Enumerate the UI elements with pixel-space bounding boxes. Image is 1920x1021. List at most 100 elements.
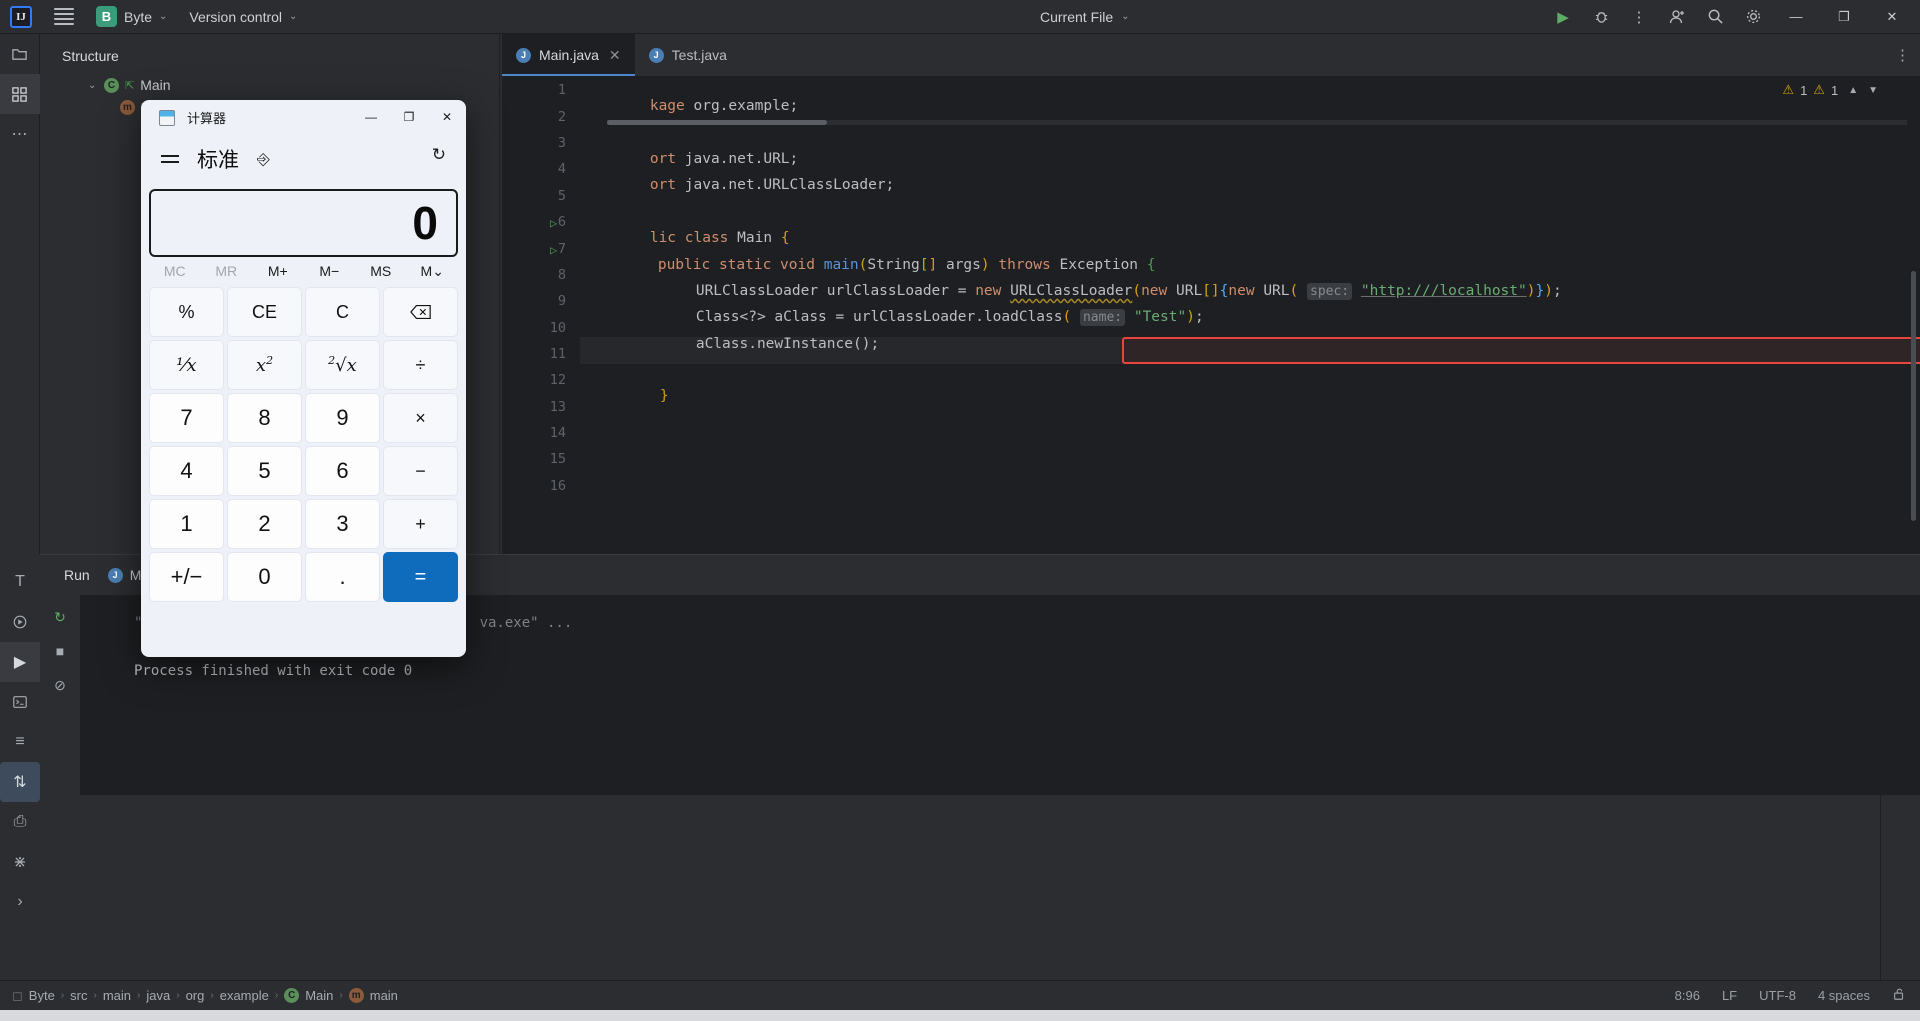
window-maximize-button[interactable]: ❐ bbox=[1822, 1, 1866, 33]
inspection-widget[interactable]: ⚠ 1 ⚠ 1 ▲ ▼ bbox=[1782, 82, 1878, 98]
run-button[interactable]: ▶ bbox=[1546, 2, 1580, 32]
tab-test-java[interactable]: J Test.java bbox=[635, 34, 741, 76]
tab-main-java[interactable]: J Main.java ✕ bbox=[502, 34, 635, 76]
calculator-titlebar[interactable]: 计算器 — ❐ ✕ bbox=[141, 100, 466, 135]
rail-item-print[interactable]: ⎙ bbox=[0, 802, 40, 842]
memory-button-m-minus[interactable]: M− bbox=[304, 263, 356, 279]
rail-item-terminal-text[interactable]: T bbox=[0, 562, 40, 602]
rail-item-run[interactable]: ▶ bbox=[0, 642, 40, 682]
indent-setting[interactable]: 4 spaces bbox=[1818, 988, 1870, 1003]
gear-icon[interactable] bbox=[1736, 2, 1770, 32]
chevron-down-icon[interactable]: ▼ bbox=[1868, 85, 1878, 96]
memory-button-m-plus[interactable]: M+ bbox=[252, 263, 304, 279]
rail-item-run-debug[interactable] bbox=[0, 602, 40, 642]
code-line-4[interactable]: ort java.net.URLClassLoader; bbox=[580, 161, 894, 209]
key-0[interactable]: 0 bbox=[227, 552, 302, 602]
key-2[interactable]: 2 bbox=[227, 499, 302, 549]
lock-icon[interactable] bbox=[1892, 987, 1906, 1004]
key-7[interactable]: 7 bbox=[149, 393, 224, 443]
class-icon: C bbox=[284, 988, 300, 1003]
key-add[interactable]: + bbox=[383, 499, 458, 549]
history-icon[interactable]: ↻ bbox=[432, 145, 446, 165]
key-4[interactable]: 4 bbox=[149, 446, 224, 496]
chevron-down-icon[interactable]: ⌄ bbox=[88, 80, 98, 91]
key-backspace[interactable] bbox=[383, 287, 458, 337]
project-selector[interactable]: B Byte ⌄ bbox=[96, 6, 167, 27]
run-gutter-icon[interactable]: ▷ bbox=[550, 243, 557, 257]
calculator-window[interactable]: 计算器 — ❐ ✕ 标准 ⎆ ↻ 0 MC MR M+ M− MS M⌄ % C… bbox=[141, 100, 466, 657]
calculator-minimize-button[interactable]: — bbox=[352, 100, 390, 133]
main-menu-icon[interactable] bbox=[54, 8, 74, 25]
breadcrumb-item[interactable]: java bbox=[146, 988, 170, 1003]
calculator-close-button[interactable]: ✕ bbox=[428, 100, 466, 133]
key-square-root[interactable]: 2√x bbox=[305, 340, 380, 390]
editor-vertical-scrollbar[interactable] bbox=[1911, 271, 1916, 521]
key-percent[interactable]: % bbox=[149, 287, 224, 337]
run-gutter-icon[interactable]: ▷ bbox=[550, 216, 557, 230]
rail-item-structure[interactable] bbox=[0, 74, 40, 114]
key-6[interactable]: 6 bbox=[305, 446, 380, 496]
key-1[interactable]: 1 bbox=[149, 499, 224, 549]
window-close-button[interactable]: ✕ bbox=[1870, 1, 1914, 33]
java-file-icon: J bbox=[516, 47, 531, 63]
key-3[interactable]: 3 bbox=[305, 499, 380, 549]
breadcrumb-item[interactable]: Byte bbox=[29, 988, 55, 1003]
key-divide[interactable]: ÷ bbox=[383, 340, 458, 390]
breadcrumb-item[interactable]: src bbox=[70, 988, 87, 1003]
key-square[interactable]: x2 bbox=[227, 340, 302, 390]
calculator-maximize-button[interactable]: ❐ bbox=[390, 100, 428, 133]
file-encoding[interactable]: UTF-8 bbox=[1759, 988, 1796, 1003]
rail-item-project[interactable] bbox=[0, 34, 40, 74]
rail-item-services[interactable]: ≡ bbox=[0, 722, 40, 762]
calculator-menu-icon[interactable] bbox=[161, 155, 179, 163]
key-sign-toggle[interactable]: +/− bbox=[149, 552, 224, 602]
run-configuration-selector[interactable]: Current File ⌄ bbox=[1040, 9, 1130, 25]
window-minimize-button[interactable]: — bbox=[1774, 1, 1818, 33]
editor-more-icon[interactable]: ⋮ bbox=[1895, 46, 1910, 64]
account-icon[interactable] bbox=[1660, 2, 1694, 32]
memory-button-m-more[interactable]: M⌄ bbox=[407, 263, 459, 280]
key-multiply[interactable]: × bbox=[383, 393, 458, 443]
clear-icon[interactable]: ⊘ bbox=[45, 671, 75, 699]
key-equals[interactable]: = bbox=[383, 552, 458, 602]
key-subtract[interactable]: − bbox=[383, 446, 458, 496]
stop-icon[interactable]: ■ bbox=[45, 637, 75, 665]
key-8[interactable]: 8 bbox=[227, 393, 302, 443]
code-line-12[interactable]: } bbox=[590, 372, 669, 420]
java-file-icon: J bbox=[107, 567, 123, 583]
key-9[interactable]: 9 bbox=[305, 393, 380, 443]
breadcrumb-item[interactable]: example bbox=[220, 988, 269, 1003]
breadcrumb-item[interactable]: main bbox=[103, 988, 131, 1003]
version-control-menu[interactable]: Version control ⌄ bbox=[189, 9, 297, 25]
code-editor[interactable]: 1 2 3 4 5 6 7 8 9 10 11 12 13 14 15 16 ▷… bbox=[502, 76, 1920, 600]
key-clear[interactable]: C bbox=[305, 287, 380, 337]
rerun-icon[interactable]: ↻ bbox=[45, 603, 75, 631]
rail-item-terminal[interactable] bbox=[0, 682, 40, 722]
breadcrumb-item[interactable]: main bbox=[370, 988, 398, 1003]
rail-item-more[interactable]: ⋯ bbox=[0, 114, 40, 154]
key-reciprocal[interactable]: ¹⁄x bbox=[149, 340, 224, 390]
memory-button-ms[interactable]: MS bbox=[355, 263, 407, 279]
key-ce[interactable]: CE bbox=[227, 287, 302, 337]
code-line-10[interactable]: aClass.newInstance(); bbox=[626, 320, 879, 368]
caret-position[interactable]: 8:96 bbox=[1675, 988, 1700, 1003]
search-icon[interactable] bbox=[1698, 2, 1732, 32]
breadcrumb-item[interactable]: Main bbox=[305, 988, 333, 1003]
rail-item-sort[interactable]: ⇅ bbox=[0, 762, 40, 802]
editor-gutter[interactable]: 1 2 3 4 5 6 7 8 9 10 11 12 13 14 15 16 ▷… bbox=[502, 76, 580, 554]
rail-item-expand[interactable]: › bbox=[0, 882, 40, 922]
chevron-up-icon[interactable]: ▲ bbox=[1848, 85, 1858, 96]
breadcrumb-item[interactable]: org bbox=[186, 988, 205, 1003]
close-icon[interactable]: ✕ bbox=[609, 47, 621, 64]
rail-item-vcs-branch[interactable]: ⋇ bbox=[0, 842, 40, 882]
key-decimal[interactable]: . bbox=[305, 552, 380, 602]
line-number: 12 bbox=[549, 372, 566, 388]
more-actions-icon[interactable]: ⋮ bbox=[1622, 2, 1656, 32]
code-line-1[interactable]: kage org.example; bbox=[580, 82, 798, 130]
key-5[interactable]: 5 bbox=[227, 446, 302, 496]
editor-top-scrollbar[interactable] bbox=[607, 120, 1907, 125]
line-separator[interactable]: LF bbox=[1722, 988, 1737, 1003]
debug-icon[interactable] bbox=[1584, 2, 1618, 32]
pin-icon[interactable]: ⎆ bbox=[257, 149, 270, 169]
structure-node-main[interactable]: ⌄ C ⇱ Main bbox=[40, 74, 499, 96]
